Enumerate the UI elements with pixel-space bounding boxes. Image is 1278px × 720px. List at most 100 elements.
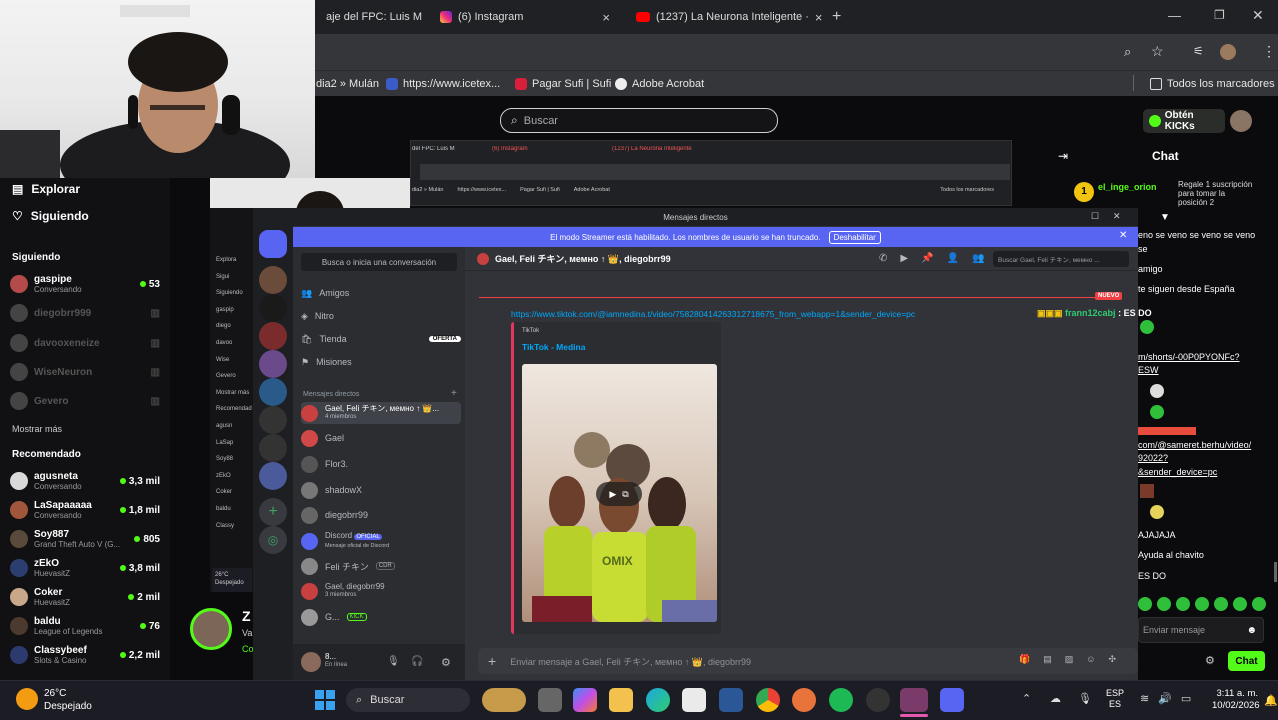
bookmark-item[interactable]: Adobe Acrobat — [615, 75, 704, 93]
server-icon[interactable] — [259, 322, 287, 350]
nav-misiones[interactable]: ⚑ Misiones — [301, 351, 461, 373]
zoom-icon[interactable]: ⌕ — [1124, 44, 1131, 60]
inner-tab[interactable]: (6) Instagram — [492, 146, 602, 152]
weather-widget[interactable]: 26°C Despejado — [44, 687, 92, 713]
minimize-icon[interactable]: — — [1168, 8, 1181, 23]
dm-item[interactable]: Discord OFICIAL Mensaje oficial de Discor… — [301, 530, 461, 552]
collapse-chat-icon[interactable]: ⇥ — [1058, 149, 1068, 163]
kick-app-icon[interactable] — [900, 688, 928, 712]
call-icon[interactable]: ✆ — [879, 253, 887, 264]
recommended-item[interactable]: Coker HuevasitZ 2 mil — [10, 584, 160, 610]
clock[interactable]: 3:11 a. m. 10/02/2026 — [1212, 688, 1260, 712]
recommended-item[interactable]: agusneta Conversando 3,3 mil — [10, 468, 160, 494]
chat-line[interactable]: com/@sameret.berhu/video/ — [1138, 440, 1251, 450]
bookmark-item[interactable]: dia2 » Mulán — [316, 75, 379, 93]
server-icon[interactable] — [259, 434, 287, 462]
following-item-gaspipe[interactable]: gaspipe Conversando 53 — [10, 271, 160, 297]
menu-icon[interactable]: ⋮ — [1262, 43, 1276, 60]
play-control[interactable]: ▶ ⧉ — [596, 482, 642, 506]
nav-tienda[interactable]: 🛍 Tienda OFERTA — [301, 328, 461, 350]
nav-amigos[interactable]: 👥 Amigos — [301, 282, 461, 304]
chat-scrollbar[interactable] — [1274, 562, 1277, 582]
recommended-item[interactable]: LaSapaaaaa Conversando 1,8 mil — [10, 497, 160, 523]
nav-nitro[interactable]: ◈ Nitro — [301, 305, 461, 327]
close-window-icon[interactable]: ✕ — [1252, 7, 1264, 24]
recommended-item[interactable]: zEkO HuevasitZ 3,8 mil — [10, 555, 160, 581]
following-item-gevero[interactable]: Gevero ▥ — [10, 388, 160, 414]
apps-icon[interactable]: ✣ — [1108, 654, 1116, 665]
extensions-icon[interactable]: ⚟ — [1193, 44, 1204, 58]
taskbar-search[interactable]: ⌕ Buscar — [346, 688, 470, 712]
nav-siguiendo[interactable]: ♡ Siguiendo — [12, 209, 89, 223]
dm-item[interactable]: Feli チキン CDR — [301, 555, 461, 577]
browser-tab-2[interactable]: (6) Instagram × — [430, 4, 620, 30]
recommended-item[interactable]: baldu League of Legends 76 — [10, 613, 160, 639]
recommended-item[interactable]: Soy887 Grand Theft Auto V (G... 805 — [10, 526, 160, 552]
recommended-item[interactable]: Classybeef Slots & Casino 2,2 mil — [10, 642, 160, 668]
notification-icon[interactable]: 🔔 — [1264, 694, 1278, 707]
inner-all-bookmarks[interactable]: Todos los marcadores — [940, 187, 994, 193]
user-avatar[interactable] — [1230, 110, 1252, 132]
disable-button[interactable]: Deshabilitar — [828, 230, 881, 244]
server-icon[interactable] — [259, 266, 287, 294]
language-indicator[interactable]: ESP ES — [1106, 688, 1124, 710]
search-highlight-icon[interactable] — [482, 688, 526, 712]
bookmark-item[interactable]: https://www.icetex... — [386, 75, 500, 93]
spotify-icon[interactable] — [829, 688, 853, 712]
windows-start-icon[interactable] — [315, 690, 335, 710]
gif-icon[interactable]: ▤ — [1043, 654, 1052, 665]
mic-tray-icon[interactable]: 🎙 — [1078, 692, 1092, 705]
inner-bookmark[interactable]: dia2 » Mulán — [412, 187, 444, 193]
inner-bookmark[interactable]: Pagar Sufi | Sufi — [520, 187, 560, 193]
chrome-icon[interactable] — [756, 688, 780, 712]
emoji-picker-icon[interactable]: ☻ — [1246, 625, 1257, 636]
restore-icon[interactable]: ❐ — [1214, 8, 1225, 22]
chat-settings-icon[interactable]: ⚙ — [1205, 654, 1215, 667]
close-icon[interactable]: ✕ — [1113, 211, 1121, 222]
inner-bookmark[interactable]: Adobe Acrobat — [574, 187, 610, 193]
server-icon[interactable] — [259, 406, 287, 434]
get-kicks-button[interactable]: Obtén KICKs — [1143, 109, 1225, 133]
dm-item[interactable]: shadowX — [301, 479, 461, 501]
add-member-icon[interactable]: 👤 — [947, 253, 959, 264]
inner-bookmark[interactable]: https://www.icetex... — [458, 187, 507, 193]
embed-title[interactable]: TikTok - Medina — [522, 342, 585, 352]
following-item-davooxeneize[interactable]: davooxeneize ▥ — [10, 330, 160, 356]
dm-item[interactable]: diegobrr99 — [301, 504, 461, 526]
discord-taskbar-icon[interactable] — [940, 688, 964, 712]
chat-input[interactable]: Enviar mensaje ☻ — [1138, 617, 1264, 643]
header-search[interactable]: Buscar Gael, Feli チキン, мемно ... — [993, 251, 1129, 267]
streamer-avatar[interactable] — [190, 608, 232, 650]
system-tray[interactable]: ≋ 🔊 ▭ — [1140, 692, 1191, 705]
pin-down-icon[interactable]: ▼ — [1160, 212, 1170, 223]
chat-username[interactable]: frann12cabj — [1065, 308, 1116, 318]
star-icon[interactable]: ☆ — [1151, 43, 1164, 60]
inner-tab[interactable]: (1237) La Neurona Inteligente — [612, 146, 732, 152]
weather-sun-icon[interactable] — [16, 688, 38, 710]
edge-icon[interactable] — [646, 688, 670, 712]
dm-item[interactable]: Gael, diegobrr99 3 miembros — [301, 580, 461, 602]
chat-line[interactable]: &sender_device=pc — [1138, 467, 1217, 477]
following-item-diegobrr999[interactable]: diegobrr999 ▥ — [10, 300, 160, 326]
firefox-icon[interactable] — [792, 688, 816, 712]
embed-video[interactable]: OMIX ▶ ⧉ — [522, 364, 717, 622]
chat-line[interactable]: ESW — [1138, 365, 1159, 375]
dm-item[interactable]: Flor3. — [301, 453, 461, 475]
server-icon[interactable] — [259, 462, 287, 490]
create-dm-icon[interactable]: + — [451, 388, 457, 399]
all-bookmarks[interactable]: Todos los marcadores — [1150, 75, 1275, 93]
close-icon[interactable]: × — [815, 10, 823, 25]
gift-icon[interactable]: 🎁 — [1019, 654, 1030, 665]
copilot-icon[interactable] — [573, 688, 597, 712]
banner-close-icon[interactable]: ✕ — [1119, 230, 1127, 241]
profile-avatar[interactable] — [1220, 44, 1236, 60]
file-explorer-icon[interactable] — [609, 688, 633, 712]
server-icon[interactable] — [259, 378, 287, 406]
new-tab-button[interactable]: + — [832, 8, 841, 26]
find-conversation-input[interactable]: Busca o inicia una conversación — [301, 253, 457, 271]
video-icon[interactable]: ▶ — [900, 253, 908, 264]
chat-line[interactable]: m/shorts/-00P0PYONFc? — [1138, 352, 1240, 362]
members-icon[interactable]: 👥 — [972, 253, 984, 264]
browser-tab-1[interactable]: aje del FPC: Luis M × — [316, 4, 428, 30]
headphones-icon[interactable]: 🎧 — [411, 656, 423, 667]
